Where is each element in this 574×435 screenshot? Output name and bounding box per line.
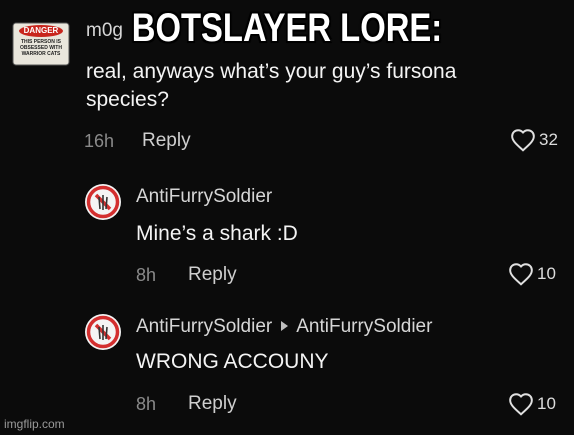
- comment-timestamp: 16h: [84, 131, 115, 151]
- imgflip-watermark: imgflip.com: [4, 417, 65, 431]
- like-count: 10: [537, 394, 556, 413]
- comment-body-line-1: real, anyways what’s your guy’s fursona: [86, 60, 457, 83]
- comment-username-line: AntiFurrySoldier AntiFurrySoldier: [136, 316, 432, 338]
- reply-arrow-icon: [281, 321, 289, 331]
- like-count: 32: [539, 130, 558, 149]
- no-furry-icon: [85, 314, 121, 350]
- no-furry-icon: [85, 184, 121, 220]
- heart-icon: [511, 129, 535, 152]
- meme-caption: BOTSLAYER LORE:: [131, 6, 443, 50]
- like-count: 10: [537, 264, 556, 283]
- comment-username[interactable]: AntiFurrySoldier: [136, 186, 272, 208]
- heart-icon: [509, 393, 533, 416]
- comment-body: WRONG ACCOUNY: [136, 350, 329, 373]
- heart-icon: [509, 263, 533, 286]
- comment-username[interactable]: AntiFurrySoldier: [136, 316, 272, 338]
- like-button[interactable]: 10: [508, 262, 556, 286]
- like-button[interactable]: 32: [510, 128, 558, 152]
- reply-button[interactable]: Reply: [142, 130, 191, 152]
- reply-button[interactable]: Reply: [188, 264, 237, 286]
- anti-furry-avatar[interactable]: [84, 313, 122, 351]
- reply-to-username[interactable]: AntiFurrySoldier: [296, 316, 432, 338]
- comment-body-line-2: species?: [86, 88, 169, 111]
- comment-timestamp: 8h: [136, 394, 157, 414]
- comment-body: Mine’s a shark :D: [136, 222, 298, 245]
- comment-timestamp: 8h: [136, 265, 157, 285]
- anti-furry-avatar[interactable]: [84, 183, 122, 221]
- like-button[interactable]: 10: [508, 392, 556, 416]
- reply-button[interactable]: Reply: [188, 393, 237, 415]
